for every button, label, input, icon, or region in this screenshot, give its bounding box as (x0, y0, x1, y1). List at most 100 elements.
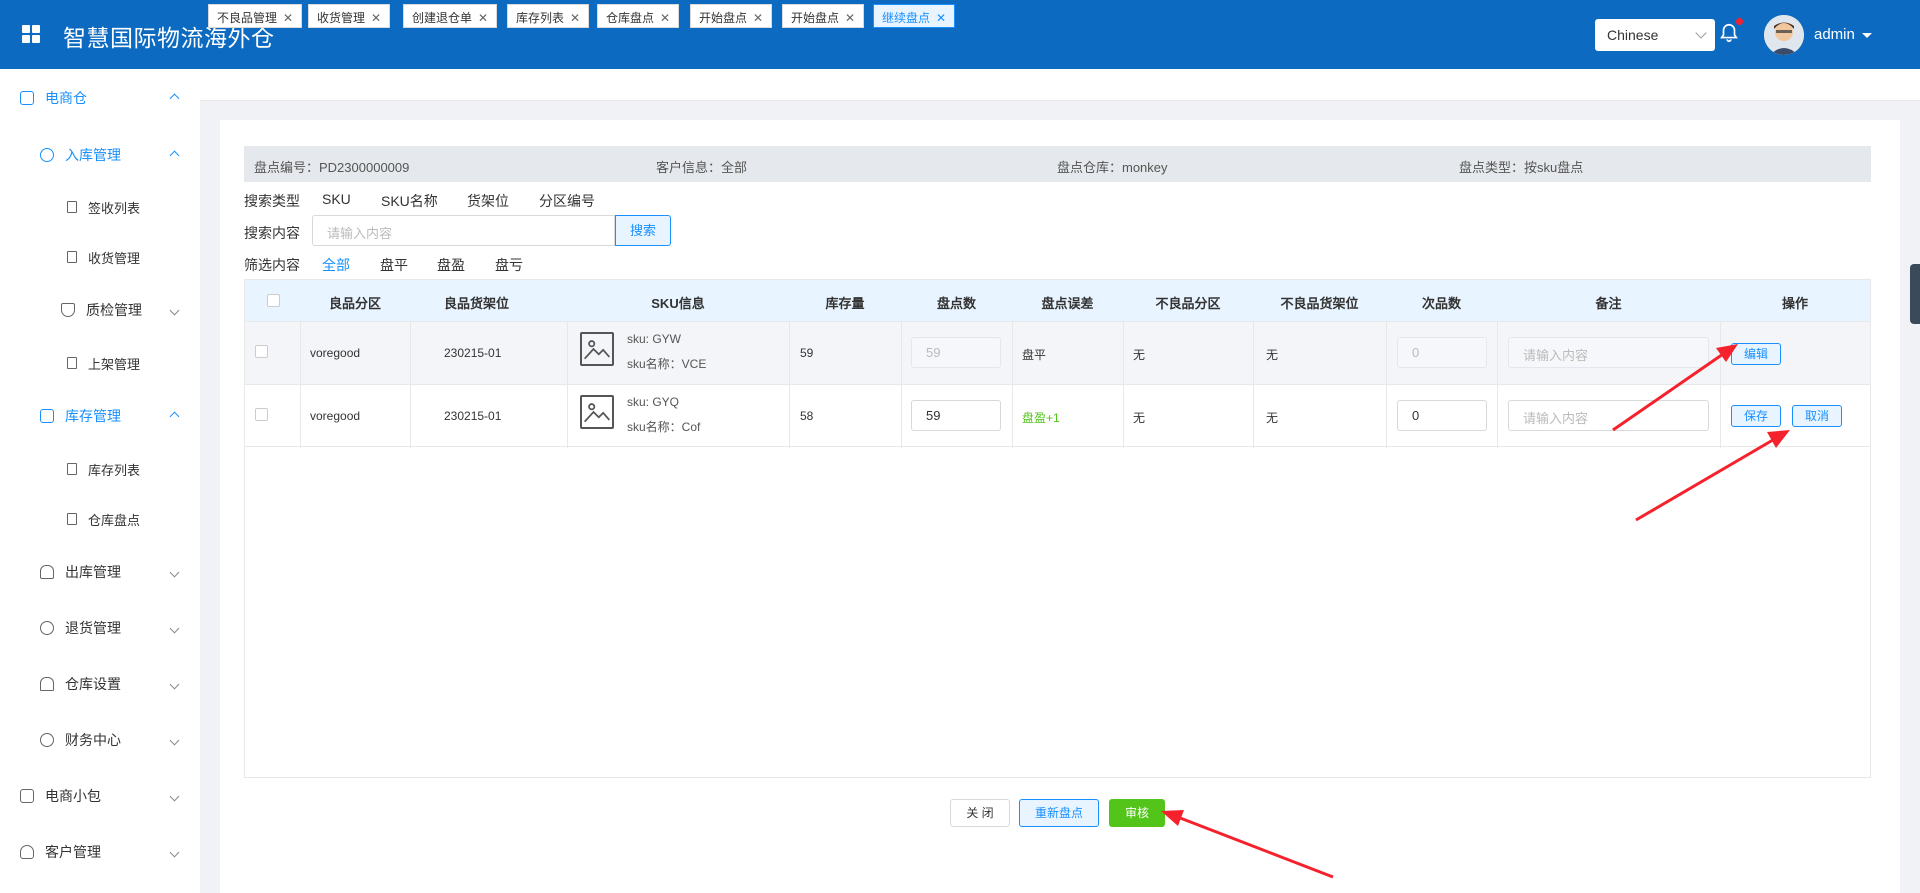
cancel-button[interactable]: 取消 (1792, 405, 1842, 427)
chevron-up-icon (169, 150, 180, 160)
tab-stocktaking[interactable]: 仓库盘点 ✕ (597, 4, 680, 28)
edit-button[interactable]: 编辑 (1731, 343, 1781, 365)
close-icon[interactable]: ✕ (570, 11, 580, 25)
tab-receiving[interactable]: 收货管理 ✕ (308, 4, 391, 28)
side-drawer-handle[interactable] (1910, 264, 1920, 324)
language-select[interactable]: Chinese (1595, 19, 1715, 51)
sidebar-item-receiving[interactable]: 收货管理 (0, 242, 200, 272)
cell-sku-name: sku名称：Cof (627, 420, 701, 434)
close-icon[interactable]: ✕ (753, 11, 763, 25)
recount-button[interactable]: 重新盘点 (1019, 799, 1099, 827)
finance-icon (40, 733, 54, 747)
select-all-checkbox[interactable] (267, 294, 280, 307)
caret-down-icon[interactable] (1862, 33, 1872, 38)
cell-shelf: 230215-01 (444, 409, 502, 423)
image-placeholder-icon (580, 395, 614, 429)
chevron-up-icon (169, 93, 180, 103)
apps-grid-icon[interactable] (22, 25, 40, 43)
document-icon (67, 357, 77, 369)
sidebar-item-shelving[interactable]: 上架管理 (0, 348, 200, 378)
sidebar-item-inventory[interactable]: 库存管理 (0, 401, 200, 431)
row-checkbox[interactable] (255, 345, 268, 358)
stocktake-table: 良品分区 良品货架位 SKU信息 库存量 盘点数 盘点误差 不良品分区 不良品货… (244, 279, 1871, 778)
search-button[interactable]: 搜索 (615, 215, 671, 246)
document-icon (67, 463, 77, 475)
search-input[interactable]: 请输入内容 (312, 215, 615, 246)
remark-input[interactable]: 请输入内容 (1508, 400, 1709, 431)
sidebar-item-outbound[interactable]: 出库管理 (0, 557, 200, 587)
tabs-bar (200, 69, 1920, 101)
close-icon[interactable]: ✕ (283, 11, 293, 25)
search-type-sku-name[interactable]: SKU名称 (381, 191, 438, 211)
header-bad-shelf: 不良品货架位 (1280, 296, 1359, 311)
outbound-icon (40, 565, 54, 579)
tab-defective[interactable]: 不良品管理 ✕ (208, 4, 303, 28)
tab-inventory-list[interactable]: 库存列表 ✕ (507, 4, 590, 28)
document-icon (67, 251, 77, 263)
chevron-down-icon (1695, 27, 1707, 39)
review-button[interactable]: 审核 (1109, 799, 1165, 827)
shield-icon (61, 303, 75, 317)
remark-input[interactable]: 请输入内容 (1508, 337, 1709, 368)
close-icon[interactable]: ✕ (478, 11, 488, 25)
tab-start-count-1[interactable]: 开始盘点 ✕ (690, 4, 773, 28)
filter-even[interactable]: 盘平 (380, 255, 408, 275)
close-button[interactable]: 关 闭 (950, 799, 1010, 827)
stocktake-code: 盘点编号：PD2300000009 (254, 160, 410, 175)
table-header: 良品分区 良品货架位 SKU信息 库存量 盘点数 盘点误差 不良品分区 不良品货… (245, 280, 1870, 321)
row-checkbox[interactable] (255, 408, 268, 421)
chevron-down-icon (169, 305, 180, 315)
return-icon (40, 621, 54, 635)
bell-icon[interactable] (1718, 22, 1740, 44)
cell-stock: 59 (800, 346, 814, 360)
cell-sku: sku: GYW (627, 332, 682, 346)
box-icon (40, 409, 54, 423)
sidebar-item-ecommerce-warehouse[interactable]: 电商仓 (0, 83, 200, 113)
sidebar-item-inventory-list[interactable]: 库存列表 (0, 454, 200, 484)
tab-start-count-2[interactable]: 开始盘点 ✕ (782, 4, 865, 28)
cell-sku-name: sku名称：VCE (627, 357, 707, 371)
sidebar-item-inbound[interactable]: 入库管理 (0, 140, 200, 170)
sidebar-item-warehouse-settings[interactable]: 仓库设置 (0, 669, 200, 699)
header-remark: 备注 (1595, 296, 1622, 311)
search-type-shelf[interactable]: 货架位 (467, 191, 509, 211)
cell-zone: voregood (310, 409, 361, 423)
filter-all[interactable]: 全部 (322, 255, 350, 275)
count-input[interactable]: 59 (911, 400, 1001, 431)
sidebar-item-small-parcel[interactable]: 电商小包 (0, 781, 200, 811)
cell-bad-zone: 无 (1133, 348, 1146, 362)
sidebar-item-customers[interactable]: 客户管理 (0, 837, 200, 867)
sidebar-item-returns[interactable]: 退货管理 (0, 613, 200, 643)
sidebar-item-stocktaking[interactable]: 仓库盘点 (0, 504, 200, 534)
close-icon[interactable]: ✕ (936, 11, 946, 25)
close-icon[interactable]: ✕ (371, 11, 381, 25)
customer-info: 客户信息：全部 (656, 160, 748, 175)
filter-shortage[interactable]: 盘亏 (495, 255, 523, 275)
sidebar-item-sign-list[interactable]: 签收列表 (0, 192, 200, 222)
defect-input[interactable]: 0 (1397, 337, 1487, 368)
search-content-label: 搜索内容 (244, 225, 300, 241)
close-icon[interactable]: ✕ (845, 11, 855, 25)
avatar[interactable] (1764, 15, 1804, 55)
save-button[interactable]: 保存 (1731, 405, 1781, 427)
sidebar-item-finance[interactable]: 财务中心 (0, 725, 200, 755)
header-stock: 库存量 (825, 296, 865, 311)
chevron-down-icon (169, 847, 180, 857)
cell-bad-shelf: 无 (1266, 348, 1279, 362)
document-icon (67, 201, 77, 213)
tab-continue-count[interactable]: 继续盘点 ✕ (873, 4, 956, 28)
chevron-up-icon (169, 411, 180, 421)
tab-create-return[interactable]: 创建退仓单 ✕ (403, 4, 498, 28)
cell-stock: 58 (800, 409, 814, 423)
close-icon[interactable]: ✕ (660, 11, 670, 25)
sidebar-item-quality[interactable]: 质检管理 (0, 295, 200, 325)
package-icon (20, 789, 34, 803)
filter-surplus[interactable]: 盘盈 (437, 255, 465, 275)
search-type-zone[interactable]: 分区编号 (539, 191, 595, 211)
header-diff: 盘点误差 (1041, 296, 1094, 311)
search-type-sku[interactable]: SKU (322, 191, 351, 207)
count-input[interactable]: 59 (911, 337, 1001, 368)
user-name[interactable]: admin (1814, 26, 1855, 43)
defect-input[interactable]: 0 (1397, 400, 1487, 431)
stocktake-info-bar: 盘点编号：PD2300000009 客户信息：全部 盘点仓库：monkey 盘点… (244, 146, 1871, 182)
